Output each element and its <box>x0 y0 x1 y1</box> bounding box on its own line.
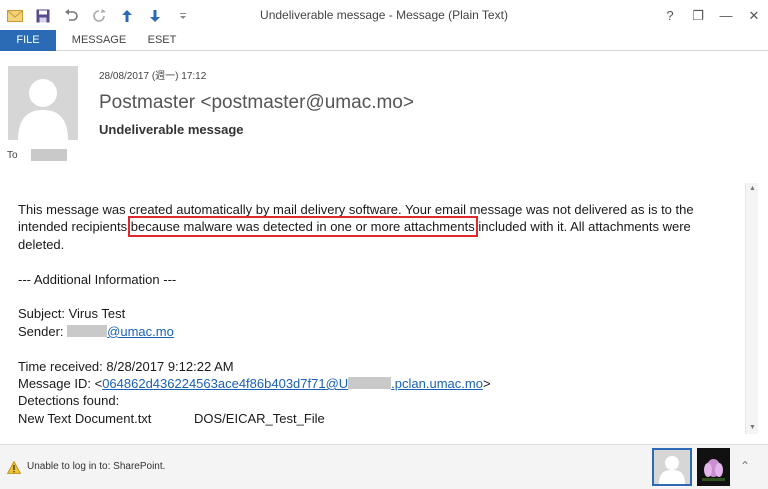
up-arrow-icon[interactable] <box>114 3 140 29</box>
customize-icon[interactable] <box>170 3 196 29</box>
sender-avatar[interactable] <box>8 66 78 140</box>
ribbon-tabs: FILE MESSAGE ESET <box>0 30 768 51</box>
tab-eset[interactable]: ESET <box>142 30 182 51</box>
save-icon[interactable] <box>30 3 56 29</box>
message-id-link[interactable]: 064862d436224563ace4f86b403d7f71@U .pclan… <box>102 376 483 391</box>
time-received: Time received: 8/28/2017 9:12:22 AM <box>18 358 234 374</box>
detection-row: New Text Document.txt DOS/EICAR_Test_File <box>18 410 736 427</box>
person-icon <box>18 79 68 140</box>
tab-file[interactable]: FILE <box>0 30 56 51</box>
message-id-label: Message ID: < <box>18 376 103 392</box>
person-icon <box>659 456 685 484</box>
people-pane-avatar[interactable] <box>652 448 692 486</box>
body-text: included with it. All attachments were <box>474 219 691 235</box>
message-header: 28/08/2017 (週一) 17:12 Postmaster <postma… <box>0 52 768 168</box>
additional-info-heading: --- Additional Information --- <box>18 271 177 287</box>
sender-line: Sender: @umac.mo <box>18 323 736 340</box>
window-controls: ? ❐ — ✕ <box>656 0 768 31</box>
subject-line: Subject: Virus Test <box>18 306 126 322</box>
sender-label: Sender: <box>18 323 68 339</box>
message-id-line: Message ID: <064862d436224563ace4f86b403… <box>18 376 491 392</box>
message-subject: Undeliverable message <box>99 122 244 137</box>
ribbon-display-button[interactable]: ❐ <box>684 0 712 31</box>
detection-file: New Text Document.txt <box>18 410 152 426</box>
redacted-block <box>348 377 392 390</box>
detection-name: DOS/EICAR_Test_File <box>194 410 325 426</box>
message-date: 28/08/2017 (週一) 17:12 <box>99 71 207 82</box>
warning-icon <box>6 460 22 474</box>
minimize-button[interactable]: — <box>712 0 740 31</box>
status-message[interactable]: Unable to log in to: SharePoint. <box>27 461 165 472</box>
vertical-scrollbar[interactable]: ▲ ▼ <box>745 183 758 434</box>
title-bar: Undeliverable message - Message (Plain T… <box>0 0 768 31</box>
chevron-up-icon[interactable]: ⌃ <box>740 459 750 473</box>
scroll-down-icon[interactable]: ▼ <box>746 422 759 434</box>
quick-access-toolbar <box>0 0 196 31</box>
redacted-block <box>67 324 108 337</box>
status-bar: Unable to log in to: SharePoint. ⌃ <box>0 444 768 489</box>
lotus-photo-icon <box>702 459 725 481</box>
mail-icon <box>2 3 28 29</box>
to-recipient-redacted <box>31 149 67 161</box>
message-body-text: This message was created automatically b… <box>18 201 736 427</box>
to-label: To <box>7 150 18 161</box>
help-button[interactable]: ? <box>656 0 684 31</box>
scroll-up-icon[interactable]: ▲ <box>746 183 759 195</box>
body-text: intended recipients <box>18 219 131 235</box>
sender-email-link[interactable]: @umac.mo <box>67 324 174 339</box>
body-text: deleted. <box>18 236 65 252</box>
undo-icon[interactable] <box>58 3 84 29</box>
redo-icon[interactable] <box>86 3 112 29</box>
down-arrow-icon[interactable] <box>142 3 168 29</box>
malware-highlight: because malware was detected in one or m… <box>127 216 478 238</box>
sender-name[interactable]: Postmaster <postmaster@umac.mo> <box>99 92 414 114</box>
close-button[interactable]: ✕ <box>740 0 768 31</box>
tab-message[interactable]: MESSAGE <box>66 30 132 51</box>
people-pane-photo[interactable] <box>697 448 730 486</box>
message-body[interactable]: This message was created automatically b… <box>0 180 745 442</box>
body-line: deleted. <box>18 236 736 253</box>
body-line: This message was created automatically b… <box>18 201 736 218</box>
detections-found: Detections found: <box>18 393 120 409</box>
body-line: intended recipients because malware was … <box>18 216 736 238</box>
body-text: This message was created automatically b… <box>18 202 694 217</box>
